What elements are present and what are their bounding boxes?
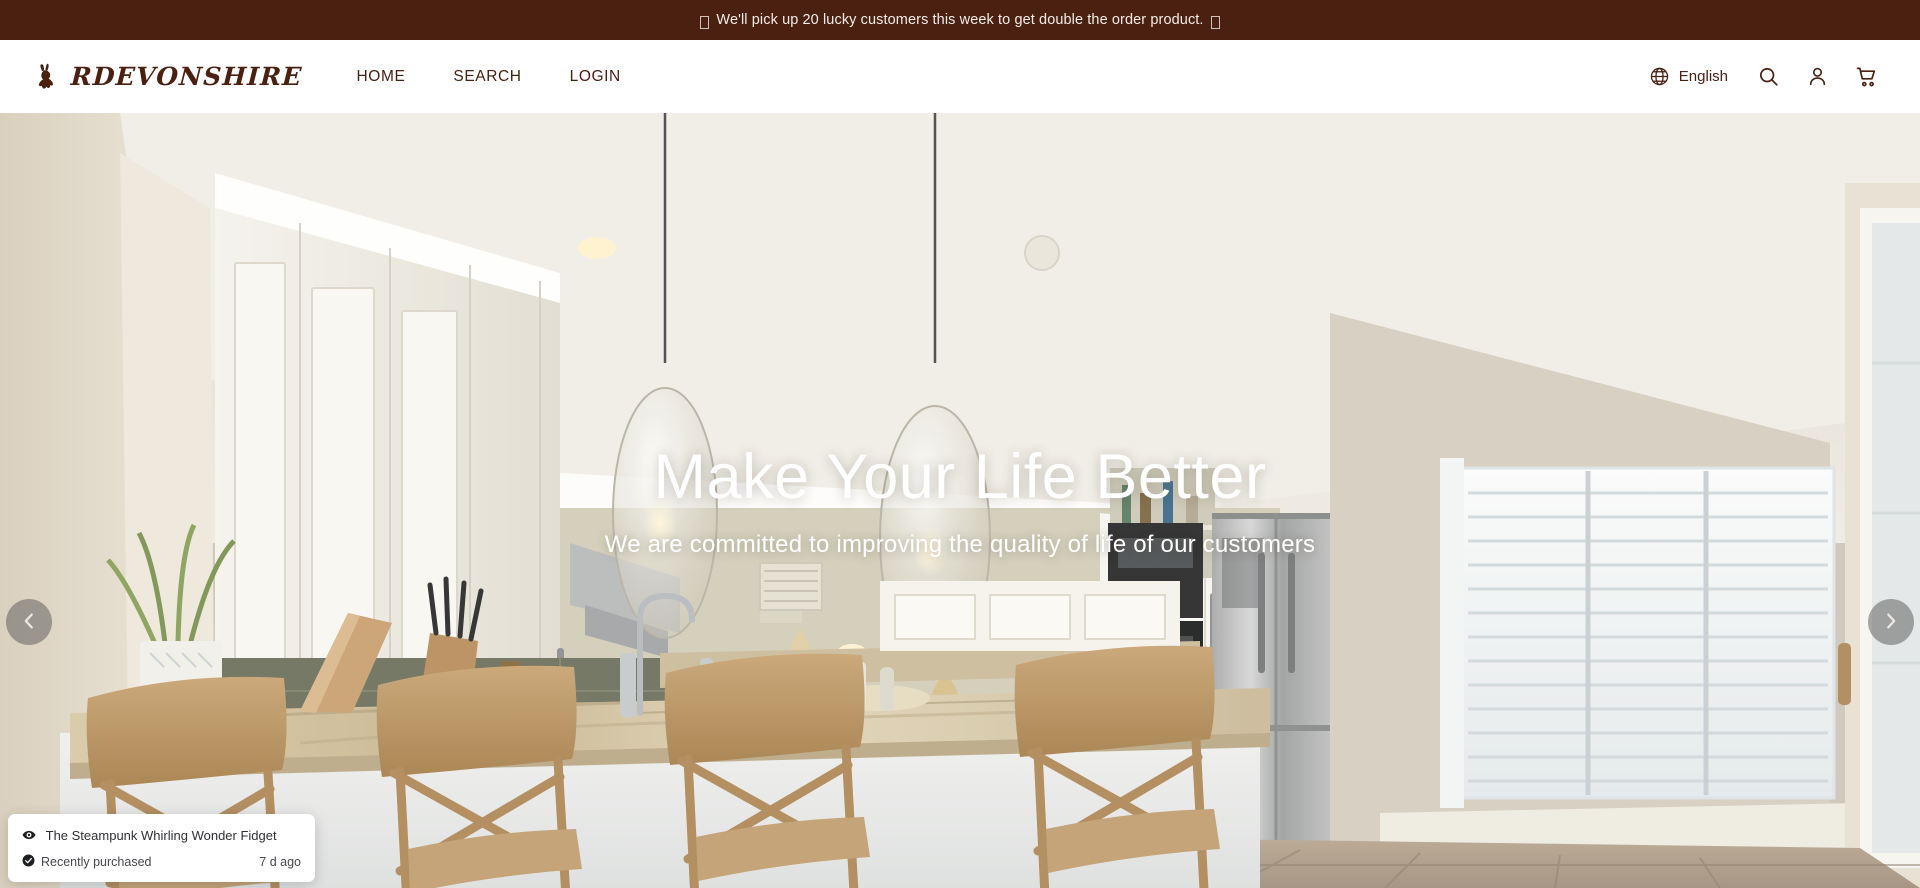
- globe-icon: [1649, 66, 1670, 87]
- announcement-trailing-glyph-icon: [1210, 15, 1220, 29]
- hero-image: [0, 113, 1920, 888]
- recent-purchase-toast[interactable]: The Steampunk Whirling Wonder Fidget Rec…: [8, 813, 315, 882]
- announcement-bar: We'll pick up 20 lucky customers this we…: [0, 0, 1920, 40]
- toast-timestamp: 7 d ago: [259, 855, 301, 869]
- account-icon[interactable]: [1793, 57, 1842, 96]
- nav-login[interactable]: LOGIN: [546, 58, 645, 96]
- brand-logo[interactable]: RDEVONSHIRE: [36, 62, 303, 92]
- carousel-prev-button[interactable]: [6, 599, 52, 645]
- toast-product-name: The Steampunk Whirling Wonder Fidget: [45, 827, 277, 843]
- toast-meta-row: Recently purchased 7 d ago: [22, 854, 301, 870]
- check-circle-icon: [22, 854, 35, 870]
- main-navigation: HOME SEARCH LOGIN: [333, 58, 645, 96]
- search-icon[interactable]: [1744, 57, 1793, 96]
- hero-carousel: Make Your Life Better We are committed t…: [0, 113, 1920, 888]
- language-label: English: [1678, 68, 1728, 85]
- toast-product-row: The Steampunk Whirling Wonder Fidget: [22, 827, 301, 846]
- header-actions: English: [1639, 57, 1892, 97]
- announcement-text: We'll pick up 20 lucky customers this we…: [716, 12, 1204, 28]
- carousel-next-button[interactable]: [1868, 599, 1914, 645]
- toast-status: Recently purchased: [41, 855, 152, 869]
- nav-home[interactable]: HOME: [333, 58, 430, 96]
- announcement-leading-glyph-icon: [700, 15, 710, 29]
- nav-search[interactable]: SEARCH: [429, 58, 545, 96]
- rabbit-logo-icon: [36, 62, 62, 92]
- chevron-left-icon: [18, 610, 40, 635]
- eye-icon: [22, 830, 40, 845]
- chevron-right-icon: [1880, 610, 1902, 635]
- brand-name: RDEVONSHIRE: [70, 62, 304, 91]
- cart-icon[interactable]: [1842, 57, 1892, 97]
- site-header: RDEVONSHIRE HOME SEARCH LOGIN English: [0, 40, 1920, 113]
- language-selector[interactable]: English: [1639, 58, 1744, 95]
